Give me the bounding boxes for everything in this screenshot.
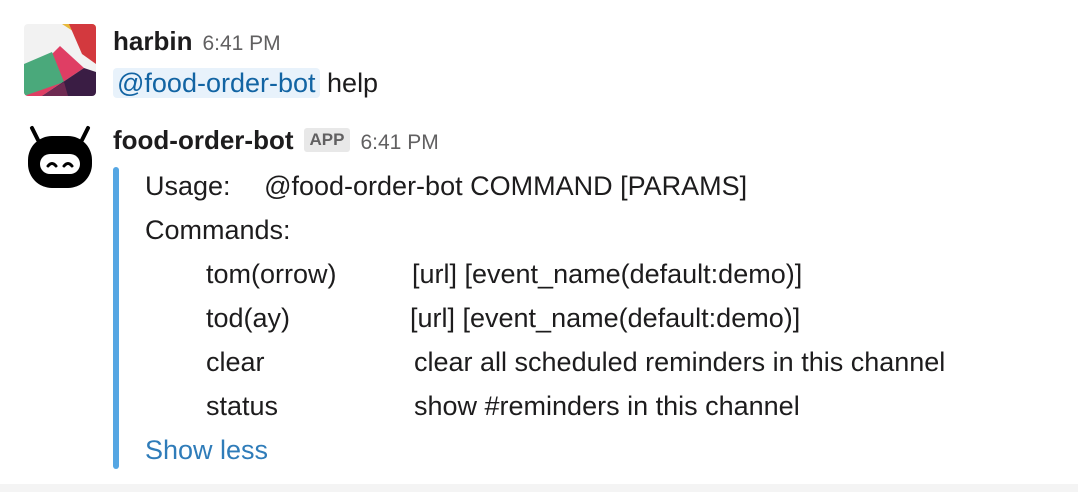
command-desc: [url] [event_name(default:demo)] [412, 259, 803, 289]
command-desc: [url] [event_name(default:demo)] [410, 303, 801, 333]
help-attachment: Usage: @food-order-bot COMMAND [PARAMS] … [113, 167, 1043, 469]
bot-avatar[interactable] [24, 124, 96, 196]
command-name: tom(orrow) [206, 259, 337, 289]
message-header: food-order-bot APP 6:41 PM [113, 125, 439, 156]
message-list-footer [0, 484, 1078, 492]
timestamp[interactable]: 6:41 PM [360, 131, 438, 154]
usage-label: Usage: [145, 171, 231, 201]
command-desc: show #reminders in this channel [414, 391, 800, 421]
show-less-link[interactable]: Show less [145, 435, 268, 466]
app-badge: APP [303, 128, 351, 152]
robot-face-icon [28, 126, 92, 188]
author-name[interactable]: food-order-bot [113, 125, 294, 155]
attachment-color-bar [113, 167, 119, 469]
commands-label: Commands: [145, 215, 291, 245]
command-desc: clear all scheduled reminders in this ch… [414, 347, 946, 377]
message-food-order-bot: food-order-bot APP 6:41 PM Usage: @food-or… [0, 0, 1078, 480]
command-name: clear [206, 347, 265, 377]
usage-line: Usage: @food-order-bot COMMAND [PARAMS] [145, 171, 747, 202]
command-name: tod(ay) [206, 303, 291, 333]
command-name: status [206, 391, 279, 421]
usage-value: @food-order-bot COMMAND [PARAMS] [264, 171, 748, 201]
